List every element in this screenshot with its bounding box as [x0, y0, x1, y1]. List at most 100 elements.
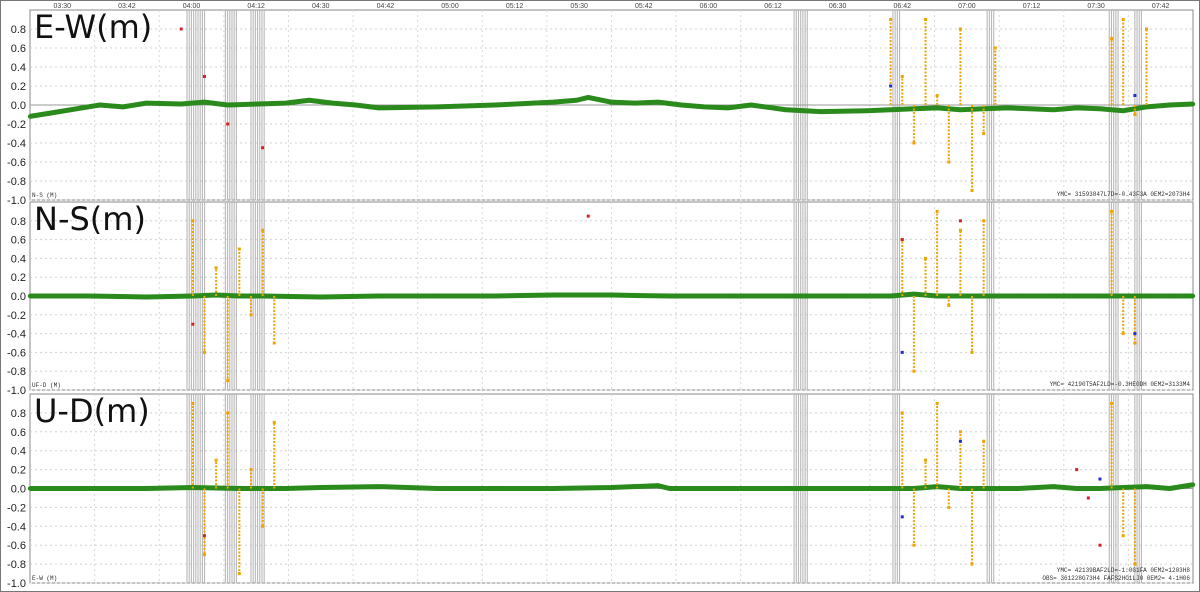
- red-point: [202, 75, 206, 78]
- green-point: [655, 99, 661, 105]
- green-point: [27, 486, 33, 491]
- y-tick-label: -1.0: [7, 195, 26, 207]
- chart-svg: 0.8 0.6 0.4 0.2 0.0 -0.2 -0.4 -0.6 -0.8 -1.0 E-W(m…: [0, 0, 1200, 592]
- corner-label: UF-D (M): [32, 382, 61, 389]
- x-tick-label: 04:30: [312, 3, 330, 10]
- orange-point: [249, 468, 253, 472]
- y-tick-label: -0.8: [7, 176, 26, 188]
- green-point: [841, 293, 847, 299]
- red-point: [1075, 468, 1079, 472]
- green-point: [818, 109, 824, 114]
- orange-point: [1121, 534, 1125, 538]
- green-point: [202, 99, 207, 105]
- green-point: [1051, 107, 1056, 112]
- orange-point: [261, 524, 265, 528]
- orange-point: [924, 18, 928, 21]
- orange-point: [970, 189, 974, 192]
- y-tick-label: 0.0: [11, 291, 26, 303]
- y-tick-label: -0.8: [7, 366, 26, 378]
- blue-point: [1133, 94, 1137, 97]
- green-point: [632, 100, 637, 106]
- corner-label: E-W (M): [32, 575, 57, 582]
- green-point: [493, 486, 498, 491]
- y-tick-label: 0.8: [11, 216, 26, 228]
- green-point: [911, 291, 917, 297]
- green-point: [655, 483, 661, 488]
- y-tick-label: 0.0: [11, 484, 26, 496]
- green-point: [318, 485, 323, 490]
- green-point: [1097, 106, 1103, 112]
- x-tick-label: 05:42: [635, 3, 653, 10]
- orange-point: [261, 228, 265, 232]
- orange-point: [1121, 18, 1125, 21]
- orange-point: [912, 369, 916, 373]
- y-tick-label: -0.6: [7, 347, 26, 359]
- green-point: [144, 294, 149, 300]
- x-tick-label: 05:00: [441, 3, 459, 10]
- green-point: [586, 95, 591, 100]
- green-point: [434, 486, 440, 491]
- green-point: [725, 105, 730, 111]
- panel-2: 0.8 0.6 0.4 0.2 0.0 -0.2 -0.4 -0.6 -0.8 -1.0 N-S(m…: [7, 200, 1196, 397]
- x-tick-label: 03:42: [118, 3, 136, 10]
- panel-1: 0.8 0.6 0.4 0.2 0.0 -0.2 -0.4 -0.6 -0.8 -1.0 E-W(m…: [7, 8, 1196, 207]
- x-tick-label: 07:30: [1087, 3, 1105, 10]
- green-point: [702, 104, 707, 110]
- x-tick-label: 06:42: [893, 3, 911, 10]
- green-point: [934, 105, 940, 111]
- red-point: [179, 27, 183, 31]
- green-point: [1144, 293, 1149, 299]
- green-point: [376, 484, 382, 489]
- green-point: [493, 102, 498, 108]
- green-point: [748, 102, 754, 108]
- green-point: [144, 486, 149, 491]
- x-tick-label: 07:12: [1023, 3, 1041, 10]
- y-tick-label: 0.4: [11, 446, 26, 458]
- red-point: [226, 122, 230, 126]
- green-point: [609, 292, 614, 298]
- red-point: [191, 322, 195, 326]
- green-point: [1016, 486, 1021, 491]
- x-tick-label: 04:42: [377, 3, 395, 10]
- orange-point: [935, 401, 939, 405]
- green-point: [330, 100, 335, 106]
- red-point: [586, 214, 590, 218]
- green-point: [609, 99, 614, 105]
- orange-point: [226, 379, 230, 383]
- orange-point: [958, 27, 962, 31]
- orange-point: [1144, 27, 1148, 31]
- orange-point: [272, 420, 276, 424]
- blue-point: [900, 515, 904, 519]
- green-point: [1167, 102, 1172, 108]
- panel-title: E-W(m): [34, 8, 152, 46]
- green-point: [1190, 293, 1196, 299]
- x-tick-label: 07:42: [1152, 3, 1170, 10]
- red-point: [958, 219, 962, 223]
- green-point: [225, 102, 230, 108]
- green-point: [1190, 482, 1196, 487]
- orange-point: [237, 572, 241, 576]
- y-tick-label: 0.4: [11, 253, 26, 265]
- green-point: [51, 110, 56, 115]
- green-point: [27, 293, 33, 299]
- red-point: [202, 534, 206, 538]
- green-point: [1074, 293, 1079, 299]
- green-point: [1167, 486, 1172, 491]
- y-tick-label: 0.2: [11, 465, 26, 477]
- green-point: [551, 486, 556, 491]
- y-tick-label: 0.0: [11, 100, 26, 112]
- green-point: [1051, 484, 1056, 489]
- y-tick-label: 0.8: [11, 408, 26, 420]
- x-tick-label: 06:30: [829, 3, 847, 10]
- blue-point: [900, 350, 904, 354]
- chart-root: 0.8 0.6 0.4 0.2 0.0 -0.2 -0.4 -0.6 -0.8 -1.0 E-W(m…: [0, 0, 1200, 592]
- x-tick-label: 05:12: [506, 3, 524, 10]
- blue-point: [958, 439, 962, 443]
- orange-point: [900, 411, 904, 415]
- y-tick-label: 0.2: [11, 81, 26, 93]
- orange-point: [900, 75, 904, 78]
- orange-point: [912, 543, 916, 547]
- green-point: [1144, 104, 1149, 110]
- green-point: [1190, 101, 1196, 107]
- orange-point: [912, 141, 916, 145]
